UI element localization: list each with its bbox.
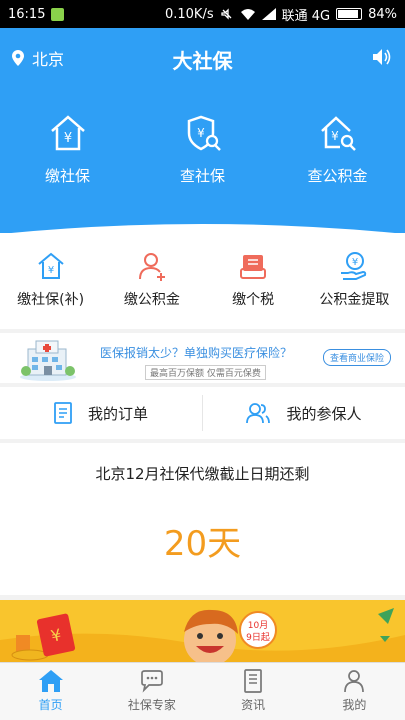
my-insured-persons-label: 我的参保人	[286, 404, 362, 423]
orders-row: 我的订单 我的参保人	[0, 387, 405, 439]
notification-app-icon	[51, 7, 65, 21]
days-remaining: 20天	[163, 524, 242, 564]
pay-income-tax-label: 缴个税	[232, 292, 275, 308]
deadline-panel: 北京12月社保代缴截止日期还剩 20天	[0, 443, 405, 595]
tab-me[interactable]: 我的	[304, 663, 405, 720]
pay-social-security-supplement-label: 缴社保(补)	[17, 292, 85, 308]
mute-icon	[220, 8, 232, 20]
pay-housing-fund-label: 缴公积金	[123, 292, 180, 308]
bottom-tab-bar: 首页 社保专家 资讯 我的	[0, 662, 405, 720]
tab-news-label: 资讯	[241, 698, 266, 712]
promo-banner[interactable]: ¥ 10月 9日起	[0, 600, 405, 662]
house-yuan-icon: ¥	[37, 252, 64, 279]
promo-illustration: ¥ 10月 9日起	[0, 608, 405, 662]
page-title: 大社保	[172, 49, 233, 73]
status-bar: 16:15 0.10K/s 联通 4G 84%	[0, 0, 405, 28]
tab-expert[interactable]: 社保专家	[101, 663, 202, 720]
query-housing-fund-label: 查公积金	[307, 167, 368, 185]
pay-social-security-supplement-button[interactable]: ¥ 缴社保(补)	[1, 251, 101, 309]
query-social-security-label: 查社保	[179, 167, 225, 185]
house-yuan-icon: ¥	[50, 115, 85, 151]
svg-text:¥: ¥	[331, 129, 339, 143]
banner-subtext: 最高百万保额 仅需百元保费	[145, 365, 266, 380]
battery-percent: 84%	[368, 6, 397, 22]
hand-coin-icon: ¥	[341, 252, 367, 280]
view-commercial-insurance-button[interactable]: 查看商业保险	[322, 349, 391, 366]
home-icon	[38, 670, 63, 692]
promo-date-line1: 10月	[248, 620, 268, 631]
withdraw-housing-fund-label: 公积金提取	[319, 292, 390, 308]
pay-income-tax-button[interactable]: 缴个税	[203, 251, 303, 309]
battery-icon	[336, 8, 363, 20]
house-search-icon: ¥	[320, 116, 356, 151]
speaker-button[interactable]	[371, 48, 393, 70]
deadline-message: 北京12月社保代缴截止日期还剩	[95, 465, 310, 483]
shield-search-icon: ¥	[187, 115, 221, 151]
query-social-security-button[interactable]: ¥ 查社保	[143, 113, 263, 186]
quick-actions: ¥ 缴社保(补) 缴公积金 缴个税 ¥ 公积金提取	[0, 233, 405, 329]
hospital-illustration	[20, 340, 76, 381]
tab-news[interactable]: 资讯	[203, 663, 304, 720]
withdraw-housing-fund-button[interactable]: ¥ 公积金提取	[304, 251, 404, 309]
document-icon	[54, 402, 72, 424]
network-speed: 0.10K/s	[164, 6, 214, 22]
svg-text:¥: ¥	[63, 131, 71, 146]
tab-home-label: 首页	[38, 698, 63, 712]
news-icon	[244, 669, 262, 693]
person-add-icon	[138, 253, 165, 281]
carrier-label: 联通 4G	[281, 8, 331, 24]
chat-bubble-icon	[141, 670, 163, 693]
tax-receipt-icon	[240, 255, 267, 279]
speaker-icon	[373, 49, 391, 65]
header-panel: 北京 大社保 ¥ 缴社保 ¥ 查社保 ¥ 查公积金	[0, 28, 405, 234]
header-curve	[0, 224, 405, 234]
status-time: 16:15	[8, 6, 46, 22]
insurance-banner[interactable]: 医保报销太少？单独购买医疗保险？ 最高百万保额 仅需百元保费 查看商业保险	[0, 333, 405, 383]
banner-text: 医保报销太少？单独购买医疗保险？	[100, 346, 293, 360]
my-orders-label: 我的订单	[87, 404, 148, 423]
tab-expert-label: 社保专家	[127, 698, 176, 712]
my-orders-button[interactable]: 我的订单	[0, 387, 202, 439]
promo-date-line2: 9日起	[246, 632, 270, 643]
pay-housing-fund-button[interactable]: 缴公积金	[102, 251, 202, 309]
query-housing-fund-button[interactable]: ¥ 查公积金	[278, 113, 398, 186]
tab-me-label: 我的	[342, 698, 367, 712]
pay-social-security-button[interactable]: ¥ 缴社保	[8, 113, 128, 186]
profile-icon	[344, 670, 365, 693]
svg-text:¥: ¥	[47, 265, 53, 276]
main-actions: ¥ 缴社保 ¥ 查社保 ¥ 查公积金	[0, 113, 405, 186]
tab-home[interactable]: 首页	[0, 663, 101, 720]
my-insured-persons-button[interactable]: 我的参保人	[203, 387, 405, 439]
people-icon	[246, 403, 271, 424]
svg-text:¥: ¥	[352, 257, 358, 268]
pay-social-security-label: 缴社保	[44, 167, 90, 185]
wifi-icon	[240, 9, 255, 20]
svg-text:¥: ¥	[197, 126, 205, 140]
signal-icon	[261, 8, 276, 20]
